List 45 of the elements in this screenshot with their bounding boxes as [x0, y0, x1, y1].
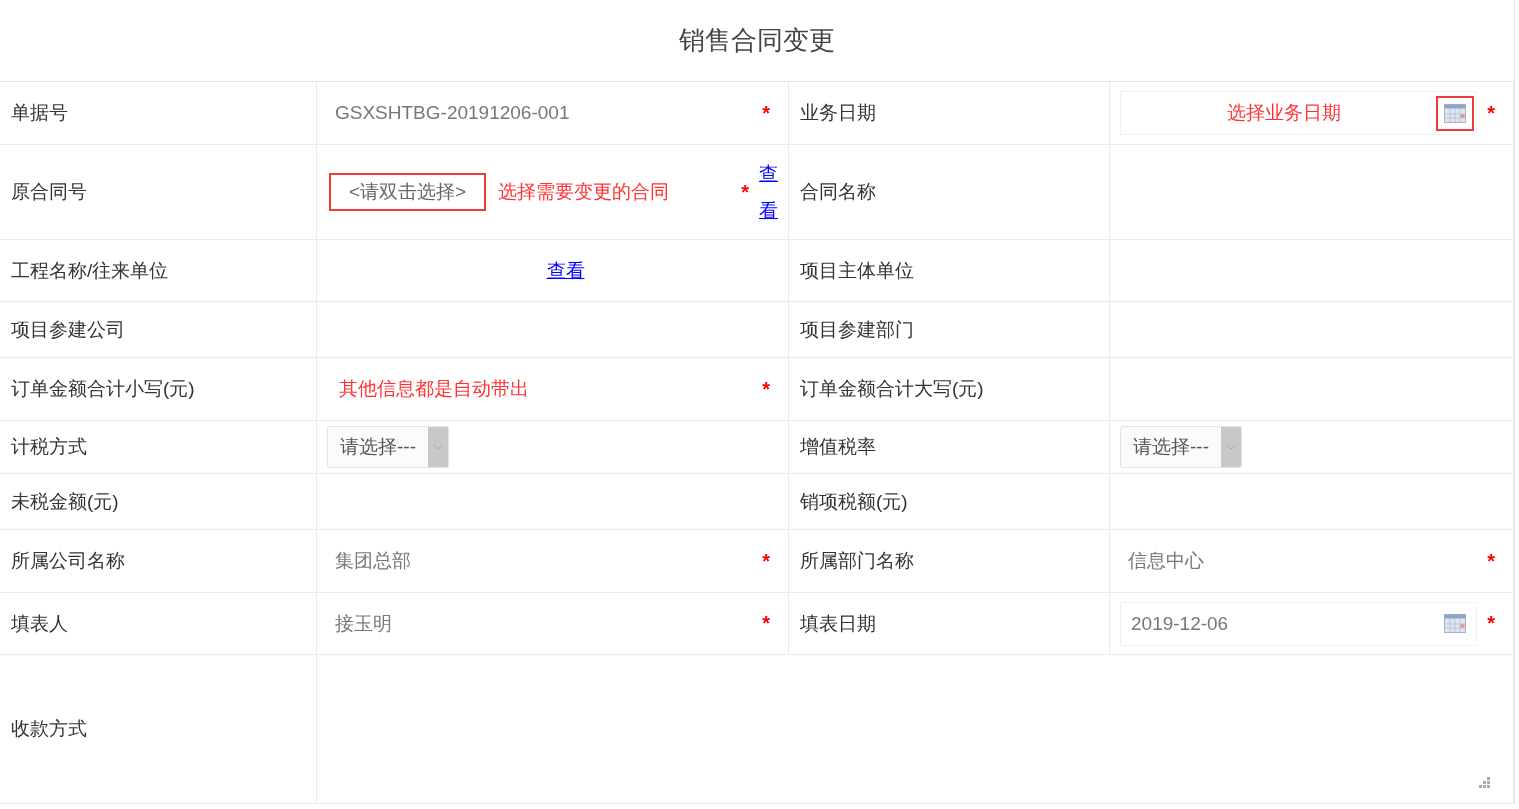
field-label: 单据号	[0, 82, 317, 145]
annotation-note: 其他信息都是自动带出	[339, 377, 529, 401]
chevron-down-icon[interactable]	[433, 444, 443, 450]
calendar-icon[interactable]	[1436, 95, 1475, 131]
field-label: 所属部门名称	[789, 530, 1110, 593]
field-label: 项目参建公司	[0, 302, 317, 358]
tax-select[interactable]: 请选择---	[327, 426, 449, 468]
required-mark: *	[762, 101, 771, 125]
form-title: 销售合同变更	[0, 0, 1514, 82]
tax-select[interactable]: 请选择---	[1120, 426, 1242, 468]
view-link[interactable]: 查看	[546, 257, 585, 284]
field-value: 集团总部	[334, 549, 412, 573]
required-mark: *	[762, 377, 771, 401]
annotation-note: 选择需要变更的合同	[498, 180, 670, 204]
field-value: 接玉明	[334, 611, 393, 636]
resize-grip-icon[interactable]	[1479, 777, 1491, 789]
view-link[interactable]: 查看	[759, 154, 778, 230]
field-label: 项目主体单位	[789, 240, 1110, 302]
field-label: 原合同号	[0, 145, 317, 240]
required-mark: *	[1487, 549, 1496, 573]
contract-picker-field[interactable]: <请双击选择>	[329, 173, 487, 211]
field-label: 计税方式	[0, 421, 317, 474]
field-label: 工程名称/往来单位	[0, 240, 317, 302]
field-value: 信息中心	[1127, 549, 1205, 573]
field-label: 订单金额合计小写(元)	[0, 358, 317, 421]
field-label: 填表日期	[789, 593, 1110, 655]
field-label: 销项税额(元)	[789, 474, 1110, 530]
field-label: 合同名称	[789, 145, 1110, 240]
field-label: 未税金额(元)	[0, 474, 317, 530]
required-mark: *	[1487, 101, 1496, 125]
required-mark: *	[762, 549, 771, 573]
field-label: 业务日期	[789, 82, 1110, 145]
field-label: 填表人	[0, 593, 317, 655]
field-value: GSXSHTBG-20191206-001	[334, 102, 571, 124]
chevron-down-icon[interactable]	[1226, 444, 1236, 450]
field-label: 所属公司名称	[0, 530, 317, 593]
field-label: 订单金额合计大写(元)	[789, 358, 1110, 421]
required-mark: *	[741, 180, 750, 204]
required-mark: *	[762, 612, 771, 635]
field-label: 增值税率	[789, 421, 1110, 474]
field-label: 项目参建部门	[789, 302, 1110, 358]
required-mark: *	[1487, 612, 1496, 635]
field-label: 收款方式	[0, 655, 317, 804]
date-field[interactable]: 选择业务日期	[1120, 91, 1478, 135]
date-field[interactable]: 2019-12-06	[1120, 601, 1478, 646]
